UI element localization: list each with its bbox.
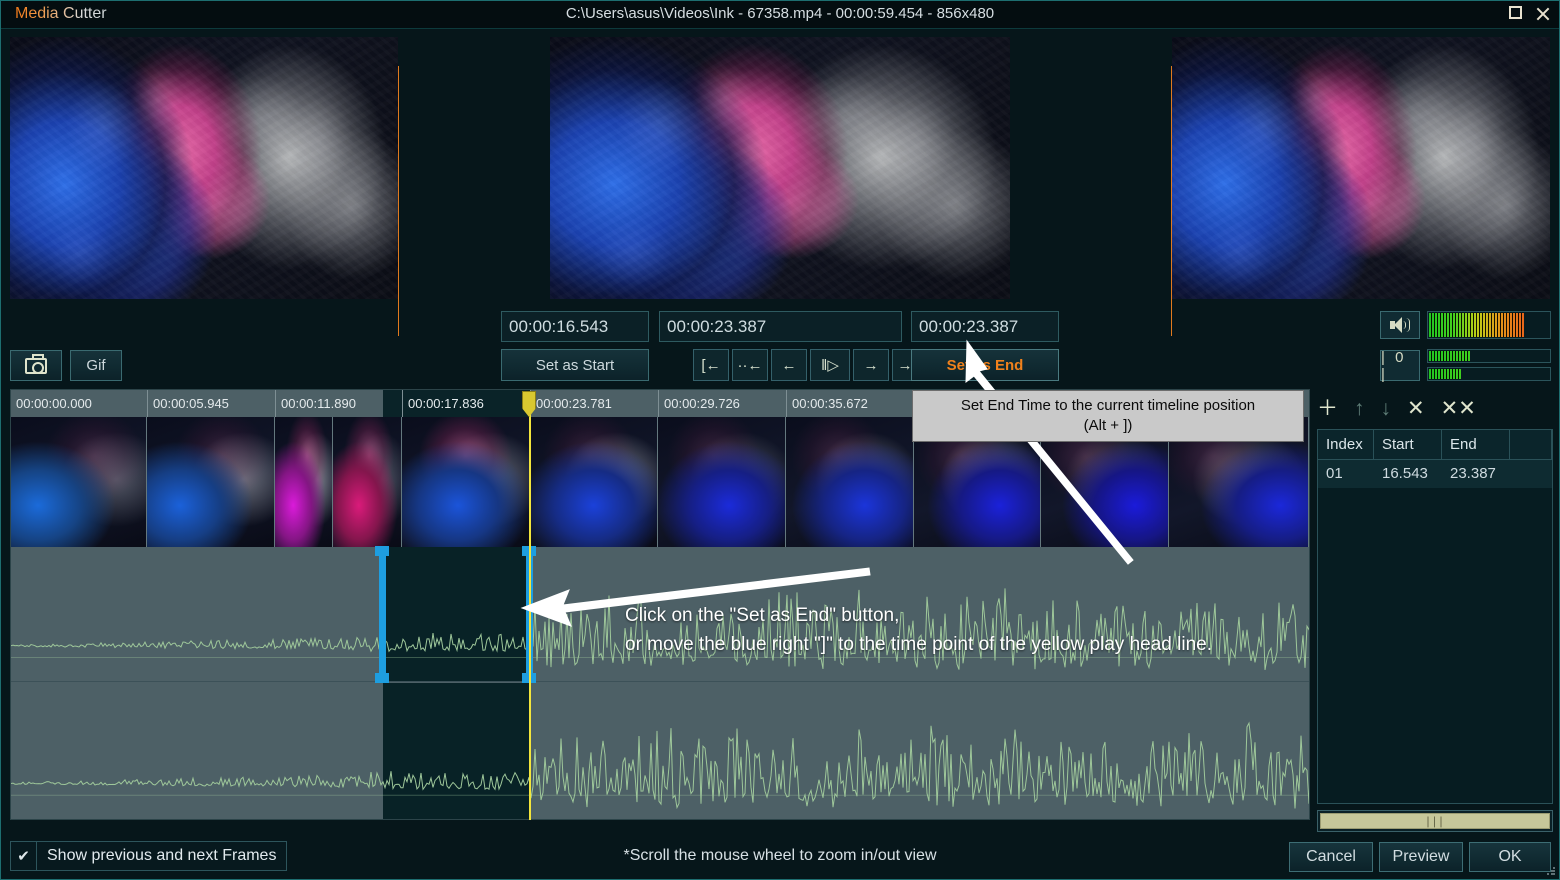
- annotation-text: Click on the "Set as End" button, or mov…: [625, 601, 1212, 660]
- volume-meter-fill: [1429, 313, 1525, 337]
- cell-end: 23.387: [1450, 465, 1496, 482]
- volume-meter[interactable]: [1427, 311, 1551, 339]
- current-frame-preview[interactable]: [550, 37, 1010, 299]
- left-channel-meter: [1427, 349, 1551, 363]
- cell-index: 01: [1326, 465, 1343, 482]
- thumbnail-frame[interactable]: [274, 417, 333, 547]
- ruler-tick: 00:00:11.890: [275, 390, 356, 417]
- thumbnail-frame[interactable]: [402, 417, 531, 547]
- clip-list-header: Index Start End: [1318, 430, 1552, 460]
- media-cutter-window: Media Cutter C:\Users\asus\Videos\Ink - …: [0, 0, 1560, 880]
- start-time-input[interactable]: 00:00:16.543: [501, 311, 649, 342]
- ruler-tick: 00:00:17.836: [402, 390, 484, 417]
- previous-frame-preview[interactable]: [10, 37, 398, 299]
- table-row[interactable]: 01 16.543 23.387: [1318, 460, 1552, 488]
- waveform-channel-2[interactable]: [11, 683, 1309, 819]
- set-as-end-button[interactable]: Set as End: [911, 349, 1059, 381]
- selection-start-handle[interactable]: [379, 547, 386, 682]
- play-pause-button[interactable]: ‖▷: [810, 349, 850, 381]
- tooltip-line-1: Set End Time to the current timeline pos…: [960, 396, 1256, 414]
- right-channel-meter-fill: [1429, 369, 1461, 379]
- column-header-end: End: [1442, 430, 1510, 459]
- thumbnail-frame[interactable]: [657, 417, 786, 547]
- thumbnail-frame[interactable]: [146, 417, 275, 547]
- cell-start: 16.543: [1382, 465, 1428, 482]
- selection-start-cap-top[interactable]: [375, 546, 389, 556]
- maximize-icon: [1509, 6, 1522, 19]
- mute-button[interactable]: [1380, 311, 1420, 339]
- end-time-input[interactable]: 00:00:23.387: [911, 311, 1059, 342]
- cancel-button[interactable]: Cancel: [1289, 842, 1373, 872]
- thumbnail-frame[interactable]: [332, 417, 403, 547]
- move-up-icon[interactable]: ↑: [1354, 398, 1365, 419]
- annotation-line-2: or move the blue right "]" to the time p…: [625, 634, 1212, 656]
- cell-pad: [1510, 460, 1552, 488]
- next-frame-preview[interactable]: [1172, 37, 1550, 299]
- add-clip-icon[interactable]: ＋: [1317, 398, 1338, 419]
- ok-button[interactable]: OK: [1469, 842, 1551, 872]
- ruler-tick: 00:00:00.000: [16, 396, 92, 411]
- waveform-path-2: [11, 721, 1309, 810]
- camera-icon: [25, 353, 47, 374]
- waveform-panel[interactable]: [10, 547, 1310, 820]
- left-channel-meter-fill: [1429, 351, 1471, 361]
- right-channel-meter: [1427, 367, 1551, 381]
- step-back-fast-button[interactable]: ··←: [732, 349, 768, 381]
- thumbnail-frame[interactable]: [530, 417, 658, 547]
- snapshot-button[interactable]: [10, 350, 62, 381]
- column-header-index: Index: [1318, 430, 1374, 459]
- clip-list-table[interactable]: Index Start End 01 16.543 23.387: [1317, 429, 1553, 804]
- set-as-start-button[interactable]: Set as Start: [501, 349, 649, 381]
- close-icon[interactable]: [1535, 6, 1551, 22]
- delete-clip-icon[interactable]: ✕: [1407, 398, 1425, 419]
- document-title: C:\Users\asus\Videos\Ink - 67358.mp4 - 0…: [565, 5, 995, 22]
- column-header-pad: [1510, 430, 1552, 459]
- preview-divider-left: [398, 66, 399, 336]
- ruler-tick: 00:00:29.726: [658, 390, 740, 417]
- speaker-icon: [1390, 317, 1410, 333]
- delete-all-icon[interactable]: ✕✕: [1441, 398, 1476, 419]
- maximize-button[interactable]: [1509, 6, 1525, 22]
- title-bar: Media Cutter C:\Users\asus\Videos\Ink - …: [1, 1, 1559, 29]
- thumbnail-frame[interactable]: [11, 417, 147, 547]
- current-time-input[interactable]: 00:00:23.387: [659, 311, 902, 342]
- clip-list-scrollbar[interactable]: ∣∣∣: [1317, 810, 1553, 832]
- preview-row: [1, 30, 1559, 336]
- resize-grip[interactable]: [1546, 866, 1556, 876]
- thumbnail-frame[interactable]: [785, 417, 914, 547]
- jump-to-start-button[interactable]: [←: [693, 349, 729, 381]
- scrollbar-thumb[interactable]: ∣∣∣: [1320, 813, 1550, 829]
- column-header-start: Start: [1374, 430, 1442, 459]
- step-back-button[interactable]: ←: [771, 349, 807, 381]
- ruler-tick: 00:00:05.945: [147, 390, 229, 417]
- ruler-tick: 00:00:23.781: [530, 390, 612, 417]
- ruler-tick: 00:00:35.672: [786, 390, 868, 417]
- move-down-icon[interactable]: ↓: [1381, 398, 1392, 419]
- tooltip-line-2: (Alt + ]): [1083, 417, 1133, 434]
- window-buttons: [1509, 6, 1551, 22]
- tooltip: Set End Time to the current timeline pos…: [912, 390, 1304, 442]
- preview-button[interactable]: Preview: [1379, 842, 1463, 872]
- annotation-line-1: Click on the "Set as End" button,: [625, 605, 900, 626]
- step-forward-button[interactable]: →: [853, 349, 889, 381]
- gif-button[interactable]: Gif: [70, 350, 122, 381]
- selection-start-cap-bottom[interactable]: [375, 673, 389, 683]
- clip-list-toolbar: ＋ ↑ ↓ ✕ ✕✕: [1317, 393, 1553, 423]
- playhead-line[interactable]: [529, 401, 531, 820]
- balance-button[interactable]: | 0 |: [1380, 349, 1420, 383]
